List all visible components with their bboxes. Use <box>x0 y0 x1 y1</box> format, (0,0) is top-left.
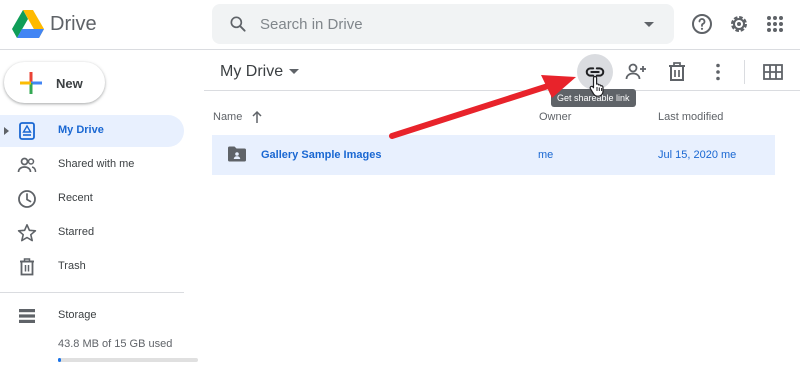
google-drive-logo[interactable] <box>12 10 44 38</box>
storage-icon <box>19 309 35 323</box>
file-owner: me <box>538 149 554 161</box>
sidebar-item-recent[interactable]: Recent <box>0 183 184 215</box>
people-icon <box>17 157 37 173</box>
share-add-person-icon[interactable] <box>624 60 648 84</box>
sidebar-item-trash[interactable]: Trash <box>0 251 184 283</box>
storage-usage-fill <box>58 358 61 362</box>
sidebar-item-label: Starred <box>58 226 95 238</box>
clock-icon <box>18 190 36 208</box>
app-name[interactable]: Drive <box>50 13 97 36</box>
page-title[interactable]: My Drive <box>220 63 283 81</box>
settings-icon[interactable] <box>727 12 751 36</box>
shared-folder-icon <box>228 146 246 162</box>
sidebar-item-label: My Drive <box>58 124 104 136</box>
grid-view-icon[interactable] <box>761 60 785 84</box>
storage-label: Storage <box>58 309 97 321</box>
sidebar-item-shared-with-me[interactable]: Shared with me <box>0 149 184 181</box>
toolbar-divider <box>744 60 745 84</box>
trash-icon <box>20 258 34 276</box>
new-button-label: New <box>56 76 83 91</box>
page-title-caret-icon[interactable] <box>289 69 299 74</box>
sidebar-item-storage[interactable]: Storage <box>0 300 184 332</box>
search-input[interactable]: Search in Drive <box>260 16 363 33</box>
plus-icon <box>20 72 42 94</box>
column-header-last-modified[interactable]: Last modified <box>658 111 723 123</box>
search-bar[interactable]: Search in Drive <box>212 4 674 44</box>
toolbar-divider-line <box>204 90 800 91</box>
sidebar-item-label: Recent <box>58 192 93 204</box>
storage-usage-bar <box>58 358 198 362</box>
more-options-icon[interactable] <box>706 60 730 84</box>
delete-trash-icon[interactable] <box>665 60 689 84</box>
sidebar-item-starred[interactable]: Starred <box>0 217 184 249</box>
top-bar: Drive Search in Drive <box>0 0 800 50</box>
help-icon[interactable] <box>690 12 714 36</box>
sidebar-item-my-drive[interactable]: My Drive <box>0 115 184 147</box>
storage-usage-text: 43.8 MB of 15 GB used <box>58 338 173 350</box>
file-last-modified: Jul 15, 2020 me <box>658 149 737 161</box>
search-options-caret-icon[interactable] <box>644 22 654 27</box>
column-header-name[interactable]: Name <box>213 111 242 123</box>
file-row[interactable]: Gallery Sample Images me Jul 15, 2020 me <box>212 135 775 175</box>
sidebar-item-label: Trash <box>58 260 86 272</box>
hand-pointer-cursor-icon <box>589 75 604 97</box>
my-drive-icon <box>19 122 35 140</box>
sidebar-item-label: Shared with me <box>58 158 135 170</box>
star-icon <box>17 223 37 242</box>
column-header-owner[interactable]: Owner <box>539 111 571 123</box>
search-icon[interactable] <box>228 14 248 34</box>
file-name[interactable]: Gallery Sample Images <box>261 149 381 161</box>
new-button[interactable]: New <box>4 62 105 103</box>
expand-arrow-icon[interactable] <box>4 127 9 135</box>
sort-ascending-arrow-icon[interactable] <box>251 110 263 124</box>
sidebar-divider <box>0 292 184 293</box>
apps-grid-icon[interactable] <box>763 12 787 36</box>
drive-app: Drive Search in Drive New My Drive Share… <box>0 0 800 367</box>
